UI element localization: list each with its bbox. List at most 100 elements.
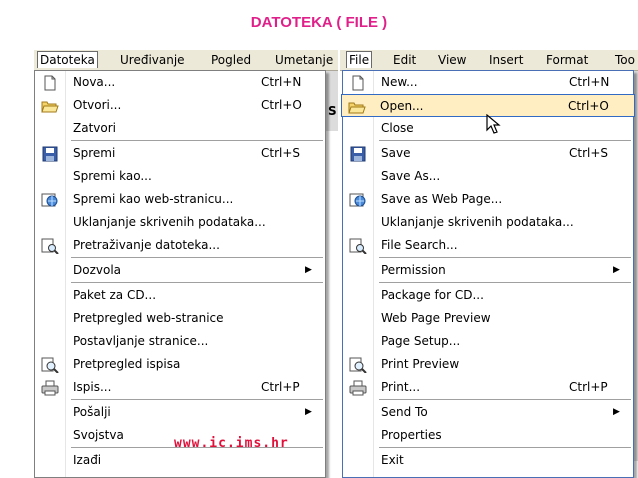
left-menu-item[interactable]: Nova... Ctrl+N xyxy=(35,71,325,94)
right-menu-item[interactable]: Exit xyxy=(343,449,633,472)
menu-item-label: Page Setup... xyxy=(381,334,461,348)
menu-item-label: Zatvori xyxy=(73,121,116,135)
right-menu-item[interactable]: Save as Web Page... xyxy=(343,188,633,211)
right-menu-item[interactable]: Uklanjanje skrivenih podataka... xyxy=(343,211,633,234)
menu-item-label: Izađi xyxy=(73,453,102,467)
search-files-icon xyxy=(345,234,371,257)
menu-separator xyxy=(379,447,631,448)
left-menu-item[interactable]: Spremi Ctrl+S xyxy=(35,142,325,165)
menu-item-label: Exit xyxy=(381,453,404,467)
left-menu-item[interactable]: Pretpregled ispisa xyxy=(35,353,325,376)
search-files-icon xyxy=(37,234,63,257)
menu-item-label: Uklanjanje skrivenih podataka... xyxy=(381,215,574,229)
left-file-menu: Nova... Ctrl+N Otvori... Ctrl+O Zatvori Sprem… xyxy=(34,70,326,478)
menu-item-label: Ispis... xyxy=(73,380,112,394)
left-menu-item[interactable]: Pošalji ▶ xyxy=(35,401,325,424)
left-menu-item[interactable]: Zatvori xyxy=(35,117,325,140)
left-menu-item[interactable]: Paket za CD... xyxy=(35,284,325,307)
left-menu-item[interactable]: Spremi kao web-stranicu... xyxy=(35,188,325,211)
menu-item-label: Spremi kao... xyxy=(73,169,152,183)
menu-separator xyxy=(379,282,631,283)
right-menu-item[interactable]: Web Page Preview xyxy=(343,307,633,330)
right-menu-item[interactable]: Print Preview xyxy=(343,353,633,376)
menu-separator xyxy=(379,140,631,141)
left-menu-item[interactable]: Pretpregled web-stranice xyxy=(35,307,325,330)
right-menu-item[interactable]: Send To ▶ xyxy=(343,401,633,424)
menu-separator xyxy=(71,140,323,141)
menu-item-label: Permission xyxy=(381,263,446,277)
menu-item-label: Web Page Preview xyxy=(381,311,491,325)
menu-item-label: Pošalji xyxy=(73,405,111,419)
right-menu-item[interactable]: Save Ctrl+S xyxy=(343,142,633,165)
menu-item-label: Package for CD... xyxy=(381,288,484,302)
menu-item-label: New... xyxy=(381,75,418,89)
empty-icon-slot xyxy=(345,117,371,140)
empty-icon-slot xyxy=(37,330,63,353)
menu-item-label: Pretpregled web-stranice xyxy=(73,311,224,325)
menubar-insert[interactable]: Insert xyxy=(489,52,523,68)
right-menu-item[interactable]: Page Setup... xyxy=(343,330,633,353)
menubar-datoteka[interactable]: Datoteka xyxy=(37,51,98,68)
menu-item-label: Properties xyxy=(381,428,442,442)
menubar-file[interactable]: File xyxy=(346,51,373,68)
menubar-umetanje[interactable]: Umetanje xyxy=(275,52,333,68)
right-menu-item[interactable]: Package for CD... xyxy=(343,284,633,307)
menu-item-label: Uklanjanje skrivenih podataka... xyxy=(73,215,266,229)
left-menu-item[interactable]: Uklanjanje skrivenih podataka... xyxy=(35,211,325,234)
menubar-format[interactable]: Format xyxy=(546,52,588,68)
empty-icon-slot xyxy=(345,401,371,424)
right-menu-item[interactable]: New... Ctrl+N xyxy=(343,71,633,94)
empty-icon-slot xyxy=(37,117,63,140)
left-menu-item[interactable]: Spremi kao... xyxy=(35,165,325,188)
print-icon xyxy=(37,376,63,399)
empty-icon-slot xyxy=(37,307,63,330)
submenu-arrow-icon: ▶ xyxy=(305,265,312,275)
menu-item-label: Close xyxy=(381,121,414,135)
watermark: www.ic.ims.hr xyxy=(174,436,289,451)
menu-item-shortcut: Ctrl+P xyxy=(569,380,608,394)
right-menu-item[interactable]: Properties xyxy=(343,424,633,447)
left-background-strip xyxy=(325,71,338,131)
menu-item-label: Save As... xyxy=(381,169,441,183)
menubar-pogled[interactable]: Pogled xyxy=(211,52,251,68)
left-menu-item[interactable]: Otvori... Ctrl+O xyxy=(35,94,325,117)
left-menu-item[interactable]: Dozvola ▶ xyxy=(35,259,325,282)
empty-icon-slot xyxy=(345,424,371,447)
menu-item-shortcut: Ctrl+P xyxy=(261,380,300,394)
menu-item-label: Paket za CD... xyxy=(73,288,157,302)
left-menu-item[interactable]: Ispis... Ctrl+P xyxy=(35,376,325,399)
menu-item-label: Open... xyxy=(380,99,424,113)
menubar-uredivanje[interactable]: Uređivanje xyxy=(120,52,185,68)
left-menu-item[interactable]: Izađi xyxy=(35,449,325,472)
right-menu-item[interactable]: Print... Ctrl+P xyxy=(343,376,633,399)
empty-icon-slot xyxy=(37,165,63,188)
menu-item-label: Spremi kao web-stranicu... xyxy=(73,192,234,206)
menu-item-shortcut: Ctrl+O xyxy=(568,99,609,113)
menu-item-label: Svojstva xyxy=(73,428,124,442)
right-menu-item[interactable]: Permission ▶ xyxy=(343,259,633,282)
menu-item-shortcut: Ctrl+O xyxy=(261,98,302,112)
save-icon xyxy=(345,142,371,165)
print-preview-icon xyxy=(345,353,371,376)
menubar-edit[interactable]: Edit xyxy=(393,52,416,68)
right-menu-item[interactable]: File Search... xyxy=(343,234,633,257)
submenu-arrow-icon: ▶ xyxy=(613,407,620,417)
empty-icon-slot xyxy=(37,424,63,447)
menu-item-label: Otvori... xyxy=(73,98,122,112)
print-preview-icon xyxy=(37,353,63,376)
menu-item-label: Spremi xyxy=(73,146,116,160)
left-menu-item[interactable]: Pretraživanje datoteka... xyxy=(35,234,325,257)
empty-icon-slot xyxy=(345,449,371,472)
menu-item-shortcut: Ctrl+S xyxy=(569,146,609,160)
menu-item-label: Print... xyxy=(381,380,421,394)
menu-separator xyxy=(71,282,323,283)
right-menu-item[interactable]: Save As... xyxy=(343,165,633,188)
menubar-tools[interactable]: Too xyxy=(615,52,635,68)
left-menu-item[interactable]: Postavljanje stranice... xyxy=(35,330,325,353)
empty-icon-slot xyxy=(345,211,371,234)
empty-icon-slot xyxy=(345,307,371,330)
menu-item-label: File Search... xyxy=(381,238,458,252)
menu-separator xyxy=(379,257,631,258)
menubar-view[interactable]: View xyxy=(438,52,466,68)
empty-icon-slot xyxy=(345,259,371,282)
